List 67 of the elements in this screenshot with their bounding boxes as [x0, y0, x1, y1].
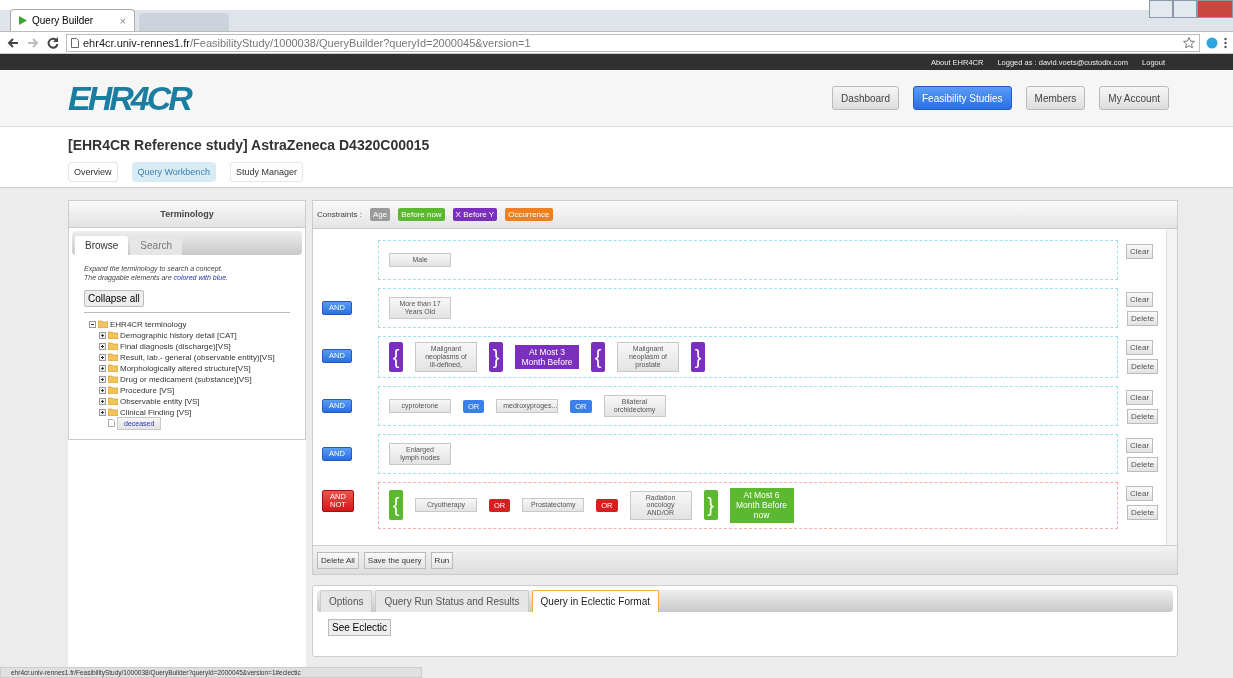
query-action-button[interactable]: Run [430, 551, 454, 569]
delete-button[interactable]: Delete [1127, 457, 1159, 472]
see-eclectic-button[interactable]: See Eclectic [328, 619, 392, 636]
expand-icon[interactable] [99, 342, 106, 350]
clear-button[interactable]: Clear [1126, 390, 1154, 405]
query-action-button[interactable]: Delete All [317, 551, 359, 569]
nav-button[interactable]: Members [1025, 86, 1086, 110]
scrollbar[interactable] [1166, 229, 1177, 545]
tree-folder[interactable]: Observable entity [VS] [120, 396, 200, 406]
study-tab[interactable]: Study Manager [229, 162, 303, 182]
document-icon [108, 419, 115, 428]
terminology-tab[interactable]: Search [130, 236, 183, 255]
collapse-icon[interactable] [89, 320, 96, 328]
constraint-chip[interactable]: X Before Y [452, 208, 498, 221]
panel-header: Terminology [69, 201, 305, 228]
address-field[interactable]: ehr4cr.univ-rennes1.fr/FeasibilityStudy/1000038/QueryBuilder?queryId=2000045&version=1 [66, 33, 1200, 52]
nav-button[interactable]: Feasibility Studies [913, 86, 1012, 110]
tree-folder[interactable]: Drug or medicament (substance)[VS] [120, 374, 252, 384]
tree-folder[interactable]: Demographic history detail [CAT] [120, 330, 237, 340]
logo: EHR4CR [68, 78, 190, 118]
study-title: [EHR4CR Reference study] AstraZeneca D4320C00015 [68, 137, 431, 153]
tree-folder[interactable]: EHR4CR terminology [110, 319, 187, 329]
constraints-label: Constraints : [317, 210, 362, 219]
nav-button[interactable]: Dashboard [832, 86, 899, 110]
tree-folder[interactable]: Result, lab.- general (observable entity)[VS] [120, 352, 275, 362]
clear-button[interactable]: Clear [1126, 486, 1154, 501]
close-tab-icon[interactable]: × [119, 14, 126, 27]
clear-button[interactable]: Clear [1126, 244, 1154, 259]
study-tab[interactable]: Query Workbench [131, 162, 216, 182]
open-brace[interactable]: { [591, 342, 605, 372]
menu-icon[interactable] [1224, 36, 1227, 49]
page-icon [71, 37, 79, 48]
clear-button[interactable]: Clear [1126, 292, 1154, 307]
expand-icon[interactable] [99, 408, 106, 416]
expand-icon[interactable] [99, 331, 106, 339]
results-tab[interactable]: Query Run Status and Results [375, 590, 529, 612]
clear-button[interactable]: Clear [1126, 438, 1154, 453]
play-icon [19, 16, 27, 25]
delete-button[interactable]: Delete [1127, 409, 1159, 424]
star-icon[interactable] [1183, 36, 1195, 49]
study-tab[interactable]: Overview [68, 162, 118, 182]
results-tab[interactable]: Options [320, 590, 373, 612]
expand-icon[interactable] [99, 386, 106, 394]
reload-icon[interactable] [46, 35, 60, 50]
tree-folder[interactable]: Procedure [VS] [120, 385, 175, 395]
back-arrow-icon[interactable] [6, 35, 20, 50]
expand-icon[interactable] [99, 353, 106, 361]
tree-folder[interactable]: Morphologically altered structure[VS] [120, 363, 251, 373]
terminology-tab[interactable]: Browse [75, 236, 129, 255]
browser-tab[interactable]: Query Builder × [10, 9, 135, 31]
results-tab[interactable]: Query in Eclectic Format [531, 590, 660, 612]
query-action-button[interactable]: Save the query [363, 551, 426, 569]
delete-button[interactable]: Delete [1127, 359, 1159, 374]
expand-icon[interactable] [99, 397, 106, 405]
close-brace[interactable]: } [691, 342, 705, 372]
expand-icon[interactable] [99, 364, 106, 372]
tree-folder[interactable]: Clinical Finding [VS] [120, 407, 192, 417]
time-constraint[interactable]: At Most 3 Month Before [515, 344, 579, 370]
nav-button[interactable]: My Account [1099, 86, 1169, 110]
tree-folder[interactable]: Final diagnosis (discharge)[VS] [120, 341, 231, 351]
open-brace[interactable]: { [389, 342, 403, 372]
expand-icon[interactable] [99, 375, 106, 383]
delete-button[interactable]: Delete [1127, 505, 1159, 520]
delete-button[interactable]: Delete [1127, 311, 1159, 326]
collapse-all-button[interactable]: Collapse all [84, 289, 144, 307]
clear-button[interactable]: Clear [1126, 340, 1154, 355]
close-brace[interactable]: } [489, 342, 503, 372]
